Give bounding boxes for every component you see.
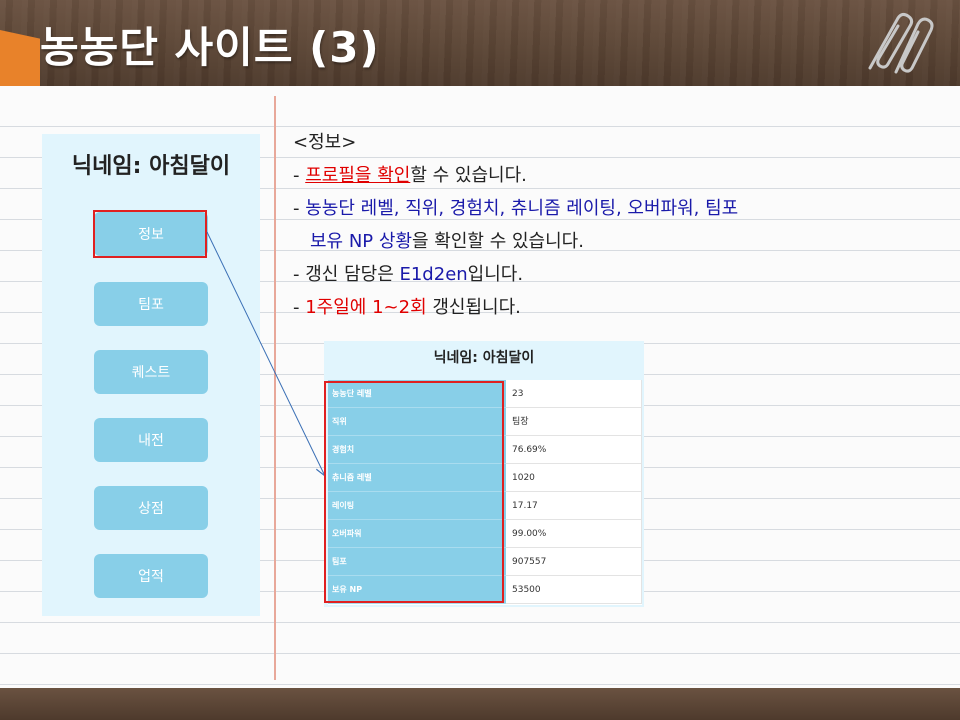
- profile-rest-text: 할 수 있습니다.: [410, 165, 527, 186]
- info-heading: <정보>: [293, 132, 357, 153]
- footer-wood-banner: [0, 688, 960, 720]
- frequency-highlight-text: 1주일에 1~2회: [305, 297, 427, 318]
- info-line-frequency: - 1주일에 1~2회 갱신됩니다.: [293, 291, 933, 324]
- table-row-value: 1020: [506, 464, 642, 492]
- info-line-np: 보유 NP 상황을 확인할 수 있습니다.: [293, 225, 933, 258]
- info-line-profile: - 프로필을 확인할 수 있습니다.: [293, 159, 933, 192]
- table-row-value: 팀장: [506, 408, 642, 436]
- np-status-text: 보유 NP 상황: [310, 231, 413, 252]
- np-rest-text: 을 확인할 수 있습니다.: [412, 231, 584, 252]
- stats-list-text: 농농단 레벨, 직위, 경험치, 츄니즘 레이팅, 오버파워, 팀포: [305, 198, 739, 219]
- profile-table-title: 닉네임: 아침달이: [433, 350, 535, 366]
- table-row-value: 907557: [506, 548, 642, 576]
- menu-button-shop[interactable]: 상점: [94, 486, 208, 530]
- menu-button-scrim[interactable]: 내전: [94, 418, 208, 462]
- maintainer-name-text: E1d2en: [399, 264, 468, 285]
- mockup-nickname-title: 닉네임: 아침달이: [71, 154, 231, 179]
- slide-title: 농농단 사이트 (3): [40, 23, 380, 72]
- maintainer-prefix-text: 갱신 담당은: [305, 264, 400, 285]
- info-line-maintainer: - 갱신 담당은 E1d2en입니다.: [293, 258, 933, 291]
- info-button-highlight: [93, 210, 207, 258]
- profile-highlight-text: 프로필을 확인: [305, 165, 411, 186]
- menu-button-teampo[interactable]: 팀포: [94, 282, 208, 326]
- bullet: -: [293, 198, 300, 219]
- table-row-value: 76.69%: [506, 436, 642, 464]
- bullet: -: [293, 264, 300, 285]
- table-labels-highlight: [324, 381, 504, 603]
- info-description: <정보> - 프로필을 확인할 수 있습니다. - 농농단 레벨, 직위, 경험…: [293, 126, 933, 324]
- notebook-margin-line: [274, 96, 276, 680]
- frequency-rest-text: 갱신됩니다.: [426, 297, 521, 318]
- table-row-value: 17.17: [506, 492, 642, 520]
- paperclip-icon: [868, 12, 934, 74]
- menu-button-achievements[interactable]: 업적: [94, 554, 208, 598]
- maintainer-rest-text: 입니다.: [467, 264, 524, 285]
- bullet: -: [293, 297, 300, 318]
- site-mockup-panel: 닉네임: 아침달이 정보 팀포 퀘스트 내전 상점 업적: [42, 134, 260, 616]
- menu-button-quest[interactable]: 퀘스트: [94, 350, 208, 394]
- table-row-value: 23: [506, 380, 642, 408]
- table-row-value: 99.00%: [506, 520, 642, 548]
- info-line-stats: - 농농단 레벨, 직위, 경험치, 츄니즘 레이팅, 오버파워, 팀포: [293, 192, 933, 225]
- table-row-value: 53500: [506, 576, 642, 604]
- bullet: -: [293, 165, 300, 186]
